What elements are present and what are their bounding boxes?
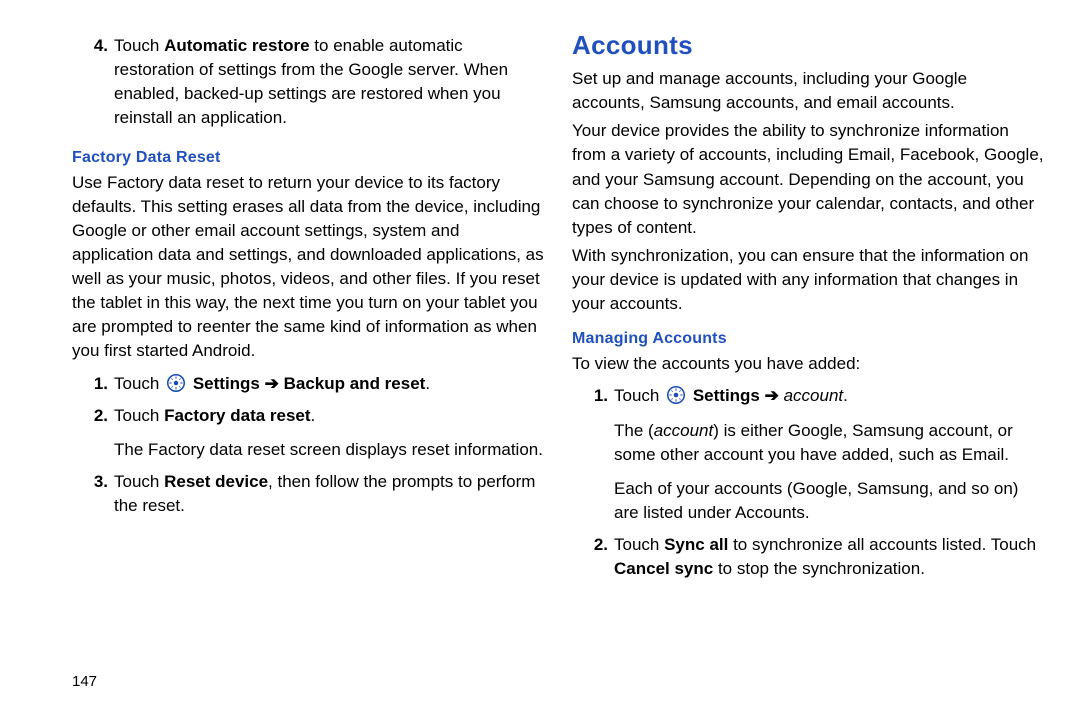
manual-page: 4. Touch Automatic restore to enable aut…	[0, 0, 1080, 720]
text: .	[311, 406, 316, 425]
step-number: 3.	[72, 470, 114, 494]
text: to synchronize all accounts listed. Touc…	[728, 535, 1036, 554]
page-number: 147	[72, 673, 97, 690]
text: Touch	[114, 406, 164, 425]
managing-accounts-steps: 1. Touch Settings ➔ account. The (accoun…	[572, 384, 1044, 589]
step-body: Touch Settings ➔ account. The (account) …	[614, 384, 1044, 525]
step-4: 4. Touch Automatic restore to enable aut…	[72, 34, 544, 131]
step-extra: The Factory data reset screen displays r…	[114, 438, 544, 462]
step-extra: The (account) is either Google, Samsung …	[614, 419, 1044, 467]
backup-steps-continued: 4. Touch Automatic restore to enable aut…	[72, 34, 544, 139]
step-body: Touch Reset device, then follow the prom…	[114, 470, 544, 518]
reset-device-label: Reset device	[164, 472, 268, 491]
account-placeholder: account	[654, 421, 714, 440]
manage-step-1: 1. Touch Settings ➔ account. The (accoun…	[572, 384, 1044, 525]
factory-step-1: 1. Touch Settings ➔ Backup and reset.	[72, 372, 544, 396]
accounts-heading: Accounts	[572, 30, 1044, 61]
settings-icon	[667, 386, 685, 404]
step-number: 2.	[572, 533, 614, 557]
text: The (	[614, 421, 654, 440]
managing-accounts-paragraph: To view the accounts you have added:	[572, 352, 1044, 376]
text: Touch	[114, 36, 164, 55]
step-body: Touch Settings ➔ Backup and reset.	[114, 372, 544, 396]
sync-all-label: Sync all	[664, 535, 728, 554]
step-body: Touch Automatic restore to enable automa…	[114, 34, 544, 131]
step-extra-2: Each of your accounts (Google, Samsung, …	[614, 477, 1044, 525]
settings-icon	[167, 374, 185, 392]
factory-data-reset-paragraph: Use Factory data reset to return your de…	[72, 171, 544, 364]
managing-accounts-heading: Managing Accounts	[572, 330, 1044, 348]
step-number: 4.	[72, 34, 114, 58]
right-column: Accounts Set up and manage accounts, inc…	[556, 30, 1062, 710]
left-column: 4. Touch Automatic restore to enable aut…	[18, 30, 556, 710]
text: to stop the synchronization.	[713, 559, 925, 578]
factory-step-3: 3. Touch Reset device, then follow the p…	[72, 470, 544, 518]
factory-data-reset-heading: Factory Data Reset	[72, 149, 544, 167]
text: Touch	[614, 535, 664, 554]
text: Touch	[114, 472, 164, 491]
text: Touch	[114, 374, 164, 393]
factory-step-2: 2. Touch Factory data reset. The Factory…	[72, 404, 544, 462]
step-number: 1.	[572, 384, 614, 408]
factory-reset-steps: 1. Touch Settings ➔ Backup and reset. 2.…	[72, 372, 544, 527]
text: .	[843, 386, 848, 405]
settings-label: Settings	[693, 386, 760, 405]
step-number: 2.	[72, 404, 114, 428]
accounts-paragraph-1: Set up and manage accounts, including yo…	[572, 67, 1044, 115]
text: Touch	[614, 386, 664, 405]
settings-label: Settings	[193, 374, 260, 393]
accounts-paragraph-2: Your device provides the ability to sync…	[572, 119, 1044, 240]
step-body: Touch Factory data reset. The Factory da…	[114, 404, 544, 462]
cancel-sync-label: Cancel sync	[614, 559, 713, 578]
arrow: ➔	[260, 374, 284, 393]
factory-data-reset-label: Factory data reset	[164, 406, 310, 425]
account-placeholder: account	[784, 386, 844, 405]
step-body: Touch Sync all to synchronize all accoun…	[614, 533, 1044, 581]
manage-step-2: 2. Touch Sync all to synchronize all acc…	[572, 533, 1044, 581]
text: .	[425, 374, 430, 393]
backup-reset-label: Backup and reset	[284, 374, 426, 393]
accounts-paragraph-3: With synchronization, you can ensure tha…	[572, 244, 1044, 316]
automatic-restore-label: Automatic restore	[164, 36, 309, 55]
step-number: 1.	[72, 372, 114, 396]
arrow: ➔	[760, 386, 784, 405]
